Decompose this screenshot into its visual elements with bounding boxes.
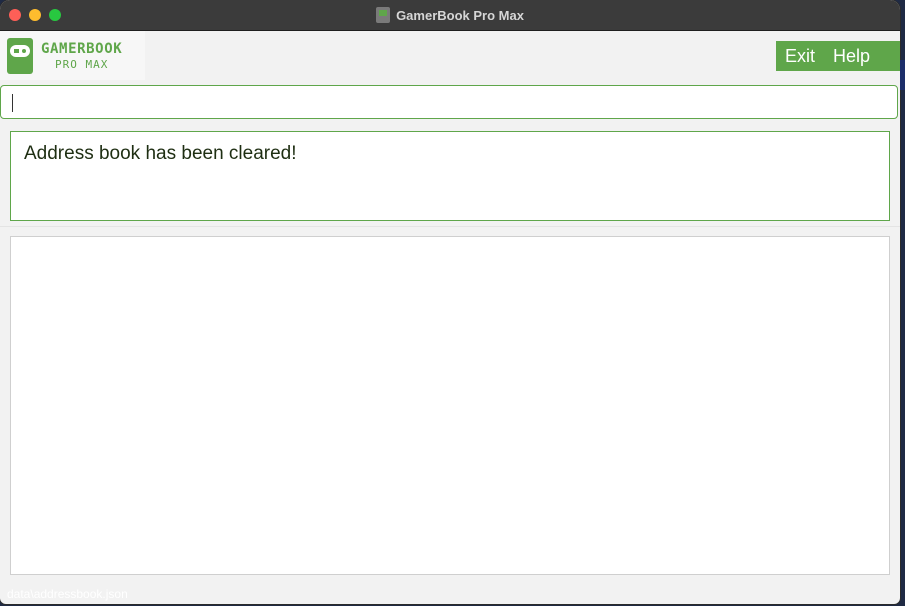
result-message: Address book has been cleared! xyxy=(24,143,297,164)
logo-line-1: GAMERBOOK xyxy=(41,40,123,57)
person-list-panel[interactable] xyxy=(10,236,890,575)
text-caret xyxy=(12,94,13,112)
app-icon xyxy=(376,7,391,23)
app-window: GamerBook Pro Max GAMERBOOK PRO MAX Exit… xyxy=(0,0,900,604)
result-display: Address book has been cleared! xyxy=(10,131,890,221)
title-bar: GamerBook Pro Max xyxy=(0,0,900,31)
status-bar-file-path: data\addressbook.json xyxy=(7,587,128,601)
menu-bar: Exit Help xyxy=(776,41,900,71)
logo-line-2: PRO MAX xyxy=(54,57,109,71)
divider xyxy=(0,226,900,227)
logo-text: GAMERBOOK PRO MAX xyxy=(41,42,122,70)
app-logo: GAMERBOOK PRO MAX xyxy=(0,31,145,80)
background-window-edge xyxy=(900,60,905,90)
command-input[interactable] xyxy=(0,85,898,119)
menu-exit[interactable]: Exit xyxy=(776,46,824,67)
window-title-group: GamerBook Pro Max xyxy=(0,0,900,30)
gamepad-icon xyxy=(7,37,33,74)
window-title: GamerBook Pro Max xyxy=(396,7,524,23)
top-bar: GAMERBOOK PRO MAX Exit Help xyxy=(0,31,900,80)
menu-help[interactable]: Help xyxy=(824,46,879,67)
